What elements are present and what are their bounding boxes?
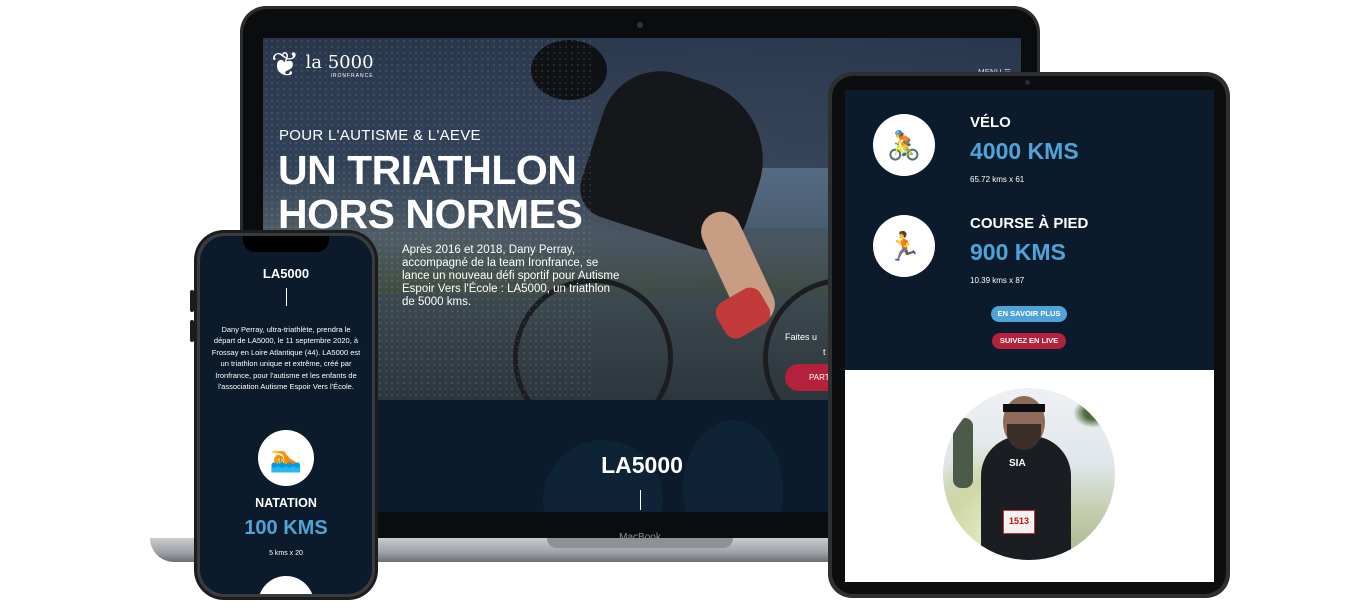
learn-more-button[interactable]: EN SAVOIR PLUS [991,306,1067,322]
photo-race-bib: 1513 [1003,510,1035,534]
phone-screen: LA5000 Dany Perray, ultra-triathlète, pr… [200,236,372,594]
photo-tree [953,418,973,488]
photo-athlete [981,436,1071,560]
laptop-brand: MacBook [619,532,661,543]
hero-side-line-1: Faites u [785,332,818,342]
hero-title: UN TRIATHLON HORS NORMES [278,147,583,237]
stat-note: 5 kms x 20 [269,550,303,557]
photo-leaves [1073,398,1113,428]
next-stat-icon [258,576,314,594]
stats-section: 🚴 VÉLO 4000 KMS 65.72 kms x 61 🏃 COURSE … [845,90,1214,370]
phone-volume-button [190,290,194,312]
stat-value: 4000 KMS [970,138,1079,164]
stat-label: COURSE À PIED [970,215,1089,232]
stat-label: NATATION [255,496,317,510]
phone-divider [286,288,287,306]
phone-notch [243,236,329,252]
bike-icon: 🚴 [873,114,935,176]
logo-name: la 5000 [305,51,374,73]
cyclist-body [572,55,784,261]
follow-live-button[interactable]: SUIVEZ EN LIVE [992,333,1066,349]
stat-value: 900 KMS [970,239,1066,265]
stat-note: 65.72 kms x 61 [970,175,1025,184]
hero-side-text: Faites u t [785,330,826,360]
stat-note: 10.39 kms x 87 [970,276,1025,285]
photo-headband [1003,404,1045,412]
laptop-camera [637,22,643,28]
tablet-screen: 🚴 VÉLO 4000 KMS 65.72 kms x 61 🏃 COURSE … [845,90,1214,582]
phone-volume-button [190,320,194,342]
phone-section-title: LA5000 [262,266,310,281]
photo-jersey-text: SIA [1009,458,1026,469]
logo-sub: IRONFRANCE [330,72,374,79]
phone-intro-text: Dany Perray, ultra-triathlète, prendra l… [211,325,361,392]
hero-kicker: POUR L'AUTISME & L'AEVE [279,127,481,144]
hero-text: Après 2016 et 2018, Dany Perray, accompa… [402,244,620,308]
stat-value: 100 KMS [244,517,328,539]
runner-icon: 🏃 [873,215,935,277]
section-divider [640,490,641,510]
stat-label: VÉLO [970,114,1011,131]
swimmer-icon: 🏊 [258,430,314,486]
athlete-photo: SIA 1513 [943,388,1115,560]
logo-hand-icon: ❦ [271,46,300,84]
tablet-camera [1025,80,1030,85]
site-logo[interactable]: ❦ la 5000 IRONFRANCE [271,48,374,82]
hero-side-line-2: t [823,347,826,357]
